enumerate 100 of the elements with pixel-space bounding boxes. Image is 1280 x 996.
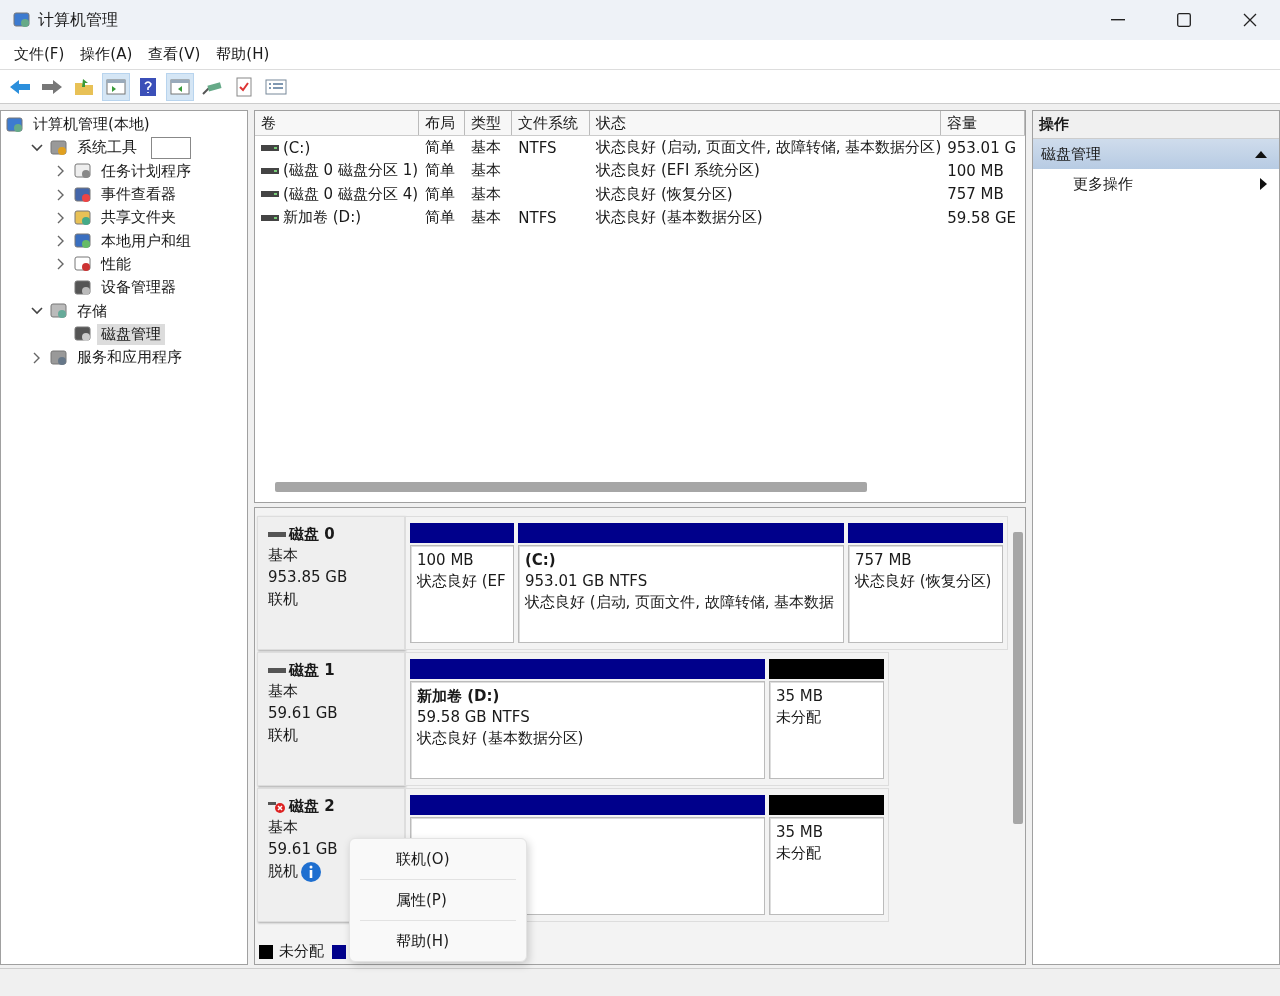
menu-item[interactable]: 文件(F) [6, 45, 73, 64]
tree-item[interactable]: 存储 [73, 300, 111, 322]
menu-item[interactable]: 查看(V) [140, 45, 209, 64]
table-cell: 状态良好 (基本数据分区) [596, 208, 763, 228]
chevron-down-icon[interactable] [31, 143, 43, 152]
tree-item[interactable]: 事件查看器 [97, 184, 180, 206]
tree-item[interactable]: 性能 [97, 253, 135, 275]
table-cell: 简单 [424, 184, 455, 204]
partition-block[interactable]: 100 MB 状态良好 (EF [410, 545, 514, 643]
table-cell: 状态良好 (恢复分区) [596, 184, 733, 204]
disk-name: 磁盘 0 [289, 525, 335, 544]
tree-item[interactable]: 计算机管理(本地) [29, 114, 154, 136]
table-cell: NTFS [518, 208, 557, 227]
table-cell: (C:) [283, 138, 311, 157]
partition-status: 状态良好 (恢复分区) [855, 571, 993, 592]
table-cell: 状态良好 (EFI 系统分区) [596, 161, 760, 181]
disk-name: 磁盘 1 [289, 661, 335, 680]
window-title: 计算机管理 [38, 9, 119, 31]
menu-item[interactable]: 帮助(H) [350, 925, 526, 957]
table-cell: 757 MB [947, 185, 1004, 204]
rename-field[interactable] [151, 136, 191, 159]
tree-item[interactable]: 任务计划程序 [97, 160, 195, 182]
collapse-caret-icon [1255, 150, 1267, 158]
table-cell: 简单 [424, 208, 455, 228]
column-header[interactable]: 布局 [418, 111, 466, 135]
partition-size: 59.58 GB NTFS [417, 707, 531, 728]
table-cell: 基本 [471, 208, 502, 228]
table-cell: 基本 [471, 184, 502, 204]
chevron-right-icon[interactable] [57, 211, 65, 224]
menu-item[interactable]: 帮助(H) [208, 45, 278, 64]
table-cell: 953.01 G [947, 138, 1017, 157]
table-cell: (磁盘 0 磁盘分区 1) [283, 161, 419, 181]
maximize-icon [1177, 13, 1191, 27]
partition-status: 未分配 [776, 843, 822, 864]
column-header[interactable]: 类型 [465, 111, 513, 135]
partition-size: 35 MB [776, 822, 825, 843]
tree-item[interactable]: 系统工具 [73, 137, 141, 159]
pane-icon [106, 77, 126, 96]
table-cell: NTFS [518, 138, 557, 157]
disk-type: 基本 [268, 681, 299, 702]
actions-header: 操作 [1033, 111, 1279, 139]
tree-item[interactable]: 本地用户和组 [97, 230, 195, 252]
disk-status: 联机 [268, 725, 298, 746]
partition-status: 状态良好 (基本数据分区) [417, 728, 585, 749]
info-icon[interactable] [301, 861, 321, 882]
column-header[interactable]: 容量 [941, 111, 1025, 135]
partition-size: 757 MB [855, 550, 913, 571]
table-cell: 新加卷 (D:) [283, 208, 362, 228]
table-cell: 基本 [471, 138, 502, 158]
forward-arrow-icon [41, 77, 63, 96]
partition-name: (C:) [525, 550, 557, 571]
table-cell: 100 MB [947, 161, 1004, 180]
disk-size: 59.61 GB [268, 703, 339, 724]
minimize-icon [1111, 19, 1125, 21]
partition-block[interactable]: (C:) 953.01 GB NTFS 状态良好 (启动, 页面文件, 故障转储, 基本数据 [518, 545, 844, 643]
tree-item[interactable]: 共享文件夹 [97, 207, 180, 229]
chevron-right-icon[interactable] [57, 258, 65, 271]
chevron-right-icon[interactable] [33, 351, 41, 364]
pane-icon [170, 77, 190, 96]
partition-size: 100 MB [417, 550, 475, 571]
partition-block[interactable]: 35 MB 未分配 [769, 817, 884, 915]
disk-type: 基本 [268, 545, 299, 566]
tree-item[interactable]: 磁盘管理 [97, 323, 165, 345]
menu-item[interactable]: 操作(A) [72, 45, 141, 64]
table-cell: 状态良好 (启动, 页面文件, 故障转储, 基本数据分区) [596, 138, 942, 158]
actions-section[interactable]: 磁盘管理 [1033, 139, 1279, 169]
table-cell: 简单 [424, 161, 455, 181]
tree-item[interactable]: 设备管理器 [97, 277, 180, 299]
partition-size: 35 MB [776, 686, 825, 707]
menu-item[interactable]: 联机(O) [350, 843, 526, 875]
column-header[interactable]: 状态 [590, 111, 942, 135]
table-cell: 简单 [424, 138, 455, 158]
disk-size: 953.85 GB [268, 567, 349, 588]
column-header[interactable]: 卷 [255, 111, 419, 135]
close-icon [1243, 13, 1257, 27]
chevron-down-icon[interactable] [31, 307, 43, 315]
partition-status: 状态良好 (EF [417, 571, 507, 592]
chevron-right-icon[interactable] [57, 188, 65, 201]
disk-status: 联机 [268, 589, 298, 610]
partition-block[interactable]: 新加卷 (D:) 59.58 GB NTFS 状态良好 (基本数据分区) [410, 681, 765, 779]
partition-status: 状态良好 (启动, 页面文件, 故障转储, 基本数据 [525, 592, 836, 613]
menu-item[interactable]: 属性(P) [350, 884, 526, 916]
disk-type: 基本 [268, 817, 299, 838]
table-cell: 基本 [471, 161, 502, 181]
legend-label: 未分配 [279, 941, 324, 962]
partition-name: 新加卷 (D:) [417, 686, 501, 707]
chevron-right-icon[interactable] [57, 165, 65, 178]
partition-block[interactable]: 35 MB 未分配 [769, 681, 884, 779]
table-cell: 59.58 GE [947, 208, 1017, 227]
list-icon [265, 77, 287, 96]
disk-size: 59.61 GB [268, 839, 339, 860]
partition-status: 未分配 [776, 707, 822, 728]
chevron-right-icon[interactable] [57, 235, 65, 248]
help-icon [139, 76, 157, 97]
action-item[interactable]: 更多操作 [1033, 169, 1279, 199]
column-header[interactable]: 文件系统 [512, 111, 591, 135]
tree-item[interactable]: 服务和应用程序 [73, 347, 186, 369]
partition-block[interactable]: 757 MB 状态良好 (恢复分区) [848, 545, 1003, 643]
caret-right-icon [1260, 178, 1267, 190]
disk-name: 磁盘 2 [289, 797, 335, 816]
